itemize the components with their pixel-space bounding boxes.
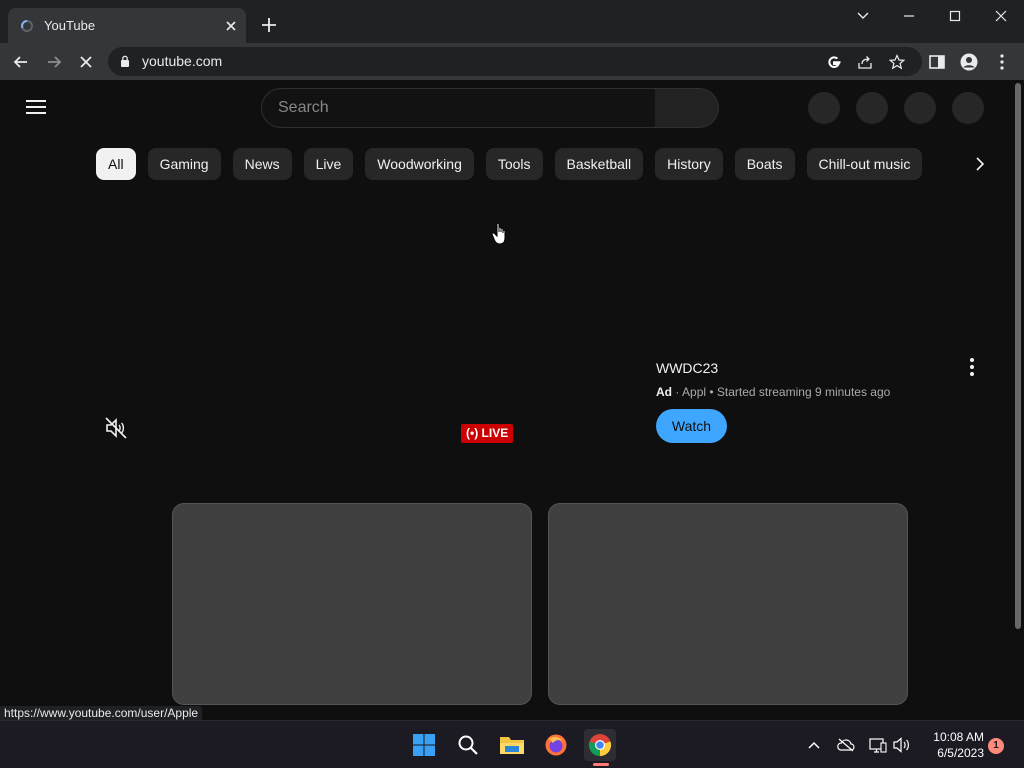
show-hidden-icons-button[interactable] [804,735,824,755]
youtube-page: Search All Gaming News Live Woodworking … [0,80,1024,720]
live-badge-label: LIVE [481,426,509,440]
filter-chips-bar: All Gaming News Live Woodworking Tools B… [96,148,923,180]
firefox-icon [545,734,567,756]
chrome-menu-button[interactable] [989,49,1015,75]
chrome-icon [588,734,612,757]
chip-woodworking[interactable]: Woodworking [365,148,474,180]
hamburger-menu-icon[interactable] [26,100,46,114]
close-window-button[interactable] [978,0,1024,32]
avatar[interactable] [952,92,984,124]
loading-spinner-icon [21,20,33,32]
onedrive-button[interactable] [836,735,856,755]
ad-title[interactable]: WWDC23 [656,360,718,376]
ad-meta-text: Appl • Started streaming 9 minutes ago [682,385,891,399]
chip-gaming[interactable]: Gaming [147,148,221,180]
ad-label: Ad [656,385,672,399]
live-broadcast-icon: (•) [466,426,479,440]
chevron-down-icon [857,12,869,19]
share-icon [858,56,872,69]
arrow-left-icon [13,56,27,68]
network-icon [869,738,887,753]
browser-titlebar: YouTube [0,0,1024,43]
volume-button[interactable] [892,735,912,755]
kebab-menu-icon [1000,54,1004,70]
chip-history[interactable]: History [655,148,723,180]
chip-chill-out-music[interactable]: Chill-out music [806,148,923,180]
bookmark-button[interactable] [887,52,907,72]
chrome-taskbar-button[interactable] [584,729,616,761]
active-app-indicator [593,763,609,766]
minimize-button[interactable] [886,0,932,32]
stop-icon [80,56,92,68]
windows-taskbar: 10:08 AM 6/5/2023 1 [0,720,1024,768]
minimize-icon [904,15,914,17]
chip-tools[interactable]: Tools [485,148,543,180]
taskbar-search-button[interactable] [452,729,484,761]
forward-button[interactable] [41,49,67,75]
firefox-button[interactable] [540,729,572,761]
ad-separator: · [675,385,680,399]
watch-button[interactable]: Watch [656,409,727,443]
search-button[interactable] [655,88,719,128]
header-icon-placeholder-3[interactable] [904,92,936,124]
side-panel-icon [929,55,945,69]
search-icon [458,735,478,755]
back-button[interactable] [8,49,34,75]
tab-title: YouTube [44,18,96,33]
file-explorer-button[interactable] [496,729,528,761]
link-status-bubble: https://www.youtube.com/user/Apple [0,706,203,720]
windows-logo-icon [413,734,435,756]
hand-cursor-icon [491,222,506,245]
tab-search-button[interactable] [840,0,886,32]
chip-live[interactable]: Live [303,148,354,180]
start-button[interactable] [408,729,440,761]
profile-button[interactable] [956,49,982,75]
maximize-button[interactable] [932,0,978,32]
arrow-right-icon [48,56,62,68]
star-icon [889,54,905,70]
network-button[interactable] [868,735,888,755]
chip-basketball[interactable]: Basketball [554,148,644,180]
video-thumbnail-placeholder-1[interactable] [172,503,532,705]
close-icon [995,10,1007,22]
url-text: youtube.com [142,53,223,69]
chip-boats[interactable]: Boats [734,148,795,180]
notification-badge[interactable]: 1 [988,738,1004,754]
chip-news[interactable]: News [232,148,292,180]
clock-time: 10:08 AM [933,730,984,744]
new-tab-icon[interactable] [258,14,280,36]
clock-date: 6/5/2023 [937,746,984,760]
header-icon-placeholder-2[interactable] [856,92,888,124]
google-icon [828,56,841,68]
share-button[interactable] [855,52,875,72]
browser-toolbar: youtube.com [0,43,1024,80]
chip-all[interactable]: All [96,148,136,180]
stop-loading-button[interactable] [73,49,99,75]
browser-tab-youtube[interactable]: YouTube [8,8,246,43]
cloud-offline-icon [837,738,855,752]
chevron-up-icon [808,741,820,749]
clock[interactable]: 10:08 AM 6/5/2023 [918,729,984,761]
profile-icon [960,53,978,71]
search-input[interactable]: Search [261,88,656,128]
live-badge: (•) LIVE [461,424,514,443]
video-thumbnail-placeholder-2[interactable] [548,503,908,705]
ad-meta: Ad · Appl • Started streaming 9 minutes … [656,385,890,399]
lock-icon [121,55,129,67]
search-placeholder: Search [278,99,329,116]
header-icon-placeholder-1[interactable] [808,92,840,124]
restore-icon [949,10,961,22]
side-panel-button[interactable] [924,49,950,75]
speaker-icon [893,737,909,753]
folder-icon [500,737,524,754]
page-scrollbar[interactable] [1015,83,1021,629]
more-options-icon[interactable] [962,356,982,378]
muted-speaker-icon[interactable] [104,416,128,440]
chevron-right-icon[interactable] [968,152,992,176]
google-lens-button[interactable] [824,52,844,72]
close-tab-icon[interactable] [222,17,240,35]
address-bar[interactable]: youtube.com [108,47,922,76]
